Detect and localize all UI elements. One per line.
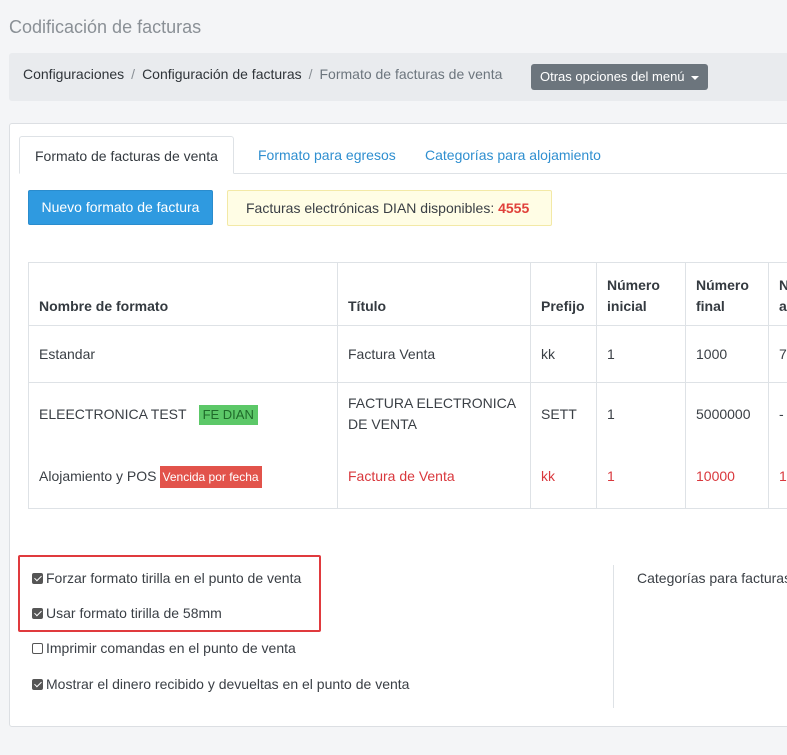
format-name: Alojamiento y POS Vencida por fecha: [28, 445, 338, 509]
dian-available-notice: Facturas electrónicas DIAN disponibles: …: [227, 190, 552, 226]
format-prefix: kk: [530, 445, 597, 509]
column-divider: [613, 565, 614, 708]
format-end: 5000000: [685, 382, 769, 446]
force-tirilla-option[interactable]: Forzar formato tirilla en el punto de ve…: [32, 570, 301, 586]
format-title: FACTURA ELECTRONICA DE VENTA: [337, 382, 531, 446]
format-next: -: [768, 382, 787, 446]
format-start: 1: [596, 445, 686, 509]
formats-table: Nombre de formato Título Prefijo Número i…: [28, 262, 787, 509]
checkbox-checked-icon[interactable]: [32, 572, 43, 584]
format-next: 1: [768, 445, 787, 509]
dian-count: 4555: [498, 200, 530, 216]
table-row[interactable]: Estandar Factura Venta kk 1 1000 7: [28, 325, 787, 383]
show-change-option[interactable]: Mostrar el dinero recibido y devueltas e…: [32, 676, 409, 692]
tirilla-58mm-label: Usar formato tirilla de 58mm: [46, 605, 222, 621]
tab-expenses-format[interactable]: Formato para egresos: [243, 136, 411, 174]
table-header-row: Nombre de formato Título Prefijo Número i…: [28, 262, 787, 326]
breadcrumb-configuracion-facturas[interactable]: Configuración de facturas: [142, 66, 302, 82]
expired-badge: Vencida por fecha: [159, 465, 262, 488]
tirilla-58mm-option[interactable]: Usar formato tirilla de 58mm: [32, 605, 222, 621]
table-row[interactable]: Alojamiento y POS Vencida por fecha Factu…: [28, 445, 787, 509]
col-header-next: Na: [768, 262, 787, 326]
main-card: Formato de facturas de venta Formato par…: [9, 123, 787, 727]
breadcrumb-separator: /: [131, 66, 136, 82]
force-tirilla-label: Forzar formato tirilla en el punto de ve…: [46, 570, 302, 586]
breadcrumb-configuraciones[interactable]: Configuraciones: [23, 66, 124, 82]
format-prefix: kk: [530, 325, 597, 383]
tab-bar: Formato de facturas de venta Formato par…: [19, 136, 787, 174]
menu-button-label: Otras opciones del menú: [540, 69, 685, 84]
breadcrumb-separator: /: [308, 66, 313, 82]
page-title: Codificación de facturas: [9, 17, 202, 37]
tab-lodging-categories[interactable]: Categorías para alojamiento: [410, 136, 616, 174]
format-end: 10000: [685, 445, 769, 509]
other-options-menu-button[interactable]: Otras opciones del menú: [531, 64, 708, 90]
fe-dian-badge: FE DIAN: [198, 404, 258, 425]
format-start: 1: [596, 382, 686, 446]
format-start: 1: [596, 325, 686, 383]
col-header-name: Nombre de formato: [28, 262, 338, 326]
col-header-prefix: Prefijo: [530, 262, 597, 326]
breadcrumb-bar: Configuraciones / Configuración de factura…: [9, 53, 787, 101]
dian-label: Facturas electrónicas DIAN disponibles:: [246, 200, 499, 216]
invoice-categories-label: Categorías para facturas: [637, 570, 787, 586]
caret-down-icon: [690, 75, 699, 80]
format-name: ELEECTRONICA TEST FE DIAN: [28, 382, 338, 446]
col-header-title: Título: [337, 262, 531, 326]
format-name: Estandar: [28, 325, 338, 383]
print-orders-label: Imprimir comandas en el punto de venta: [46, 640, 296, 656]
breadcrumb-current: Formato de facturas de venta: [319, 66, 503, 82]
format-next: 7: [768, 325, 787, 383]
checkbox-checked-icon[interactable]: [32, 607, 43, 619]
show-change-label: Mostrar el dinero recibido y devueltas e…: [46, 676, 410, 692]
format-title: Factura Venta: [337, 325, 531, 383]
formats-table-wrapper: Nombre de formato Título Prefijo Número i…: [28, 262, 787, 510]
checkbox-checked-icon[interactable]: [32, 678, 43, 690]
table-row[interactable]: ELEECTRONICA TEST FE DIAN FACTURA ELECTRO…: [28, 382, 787, 446]
col-header-end-number: Número final: [685, 262, 769, 326]
checkbox-unchecked-icon[interactable]: [32, 642, 43, 654]
col-header-start-number: Número inicial: [596, 262, 686, 326]
format-end: 1000: [685, 325, 769, 383]
tab-sales-format[interactable]: Formato de facturas de venta: [19, 136, 234, 174]
new-invoice-format-button[interactable]: Nuevo formato de factura: [28, 190, 213, 225]
format-prefix: SETT: [530, 382, 597, 446]
format-title: Factura de Venta: [337, 445, 531, 509]
breadcrumb: Configuraciones / Configuración de factura…: [23, 66, 502, 82]
print-orders-option[interactable]: Imprimir comandas en el punto de venta: [32, 640, 296, 656]
